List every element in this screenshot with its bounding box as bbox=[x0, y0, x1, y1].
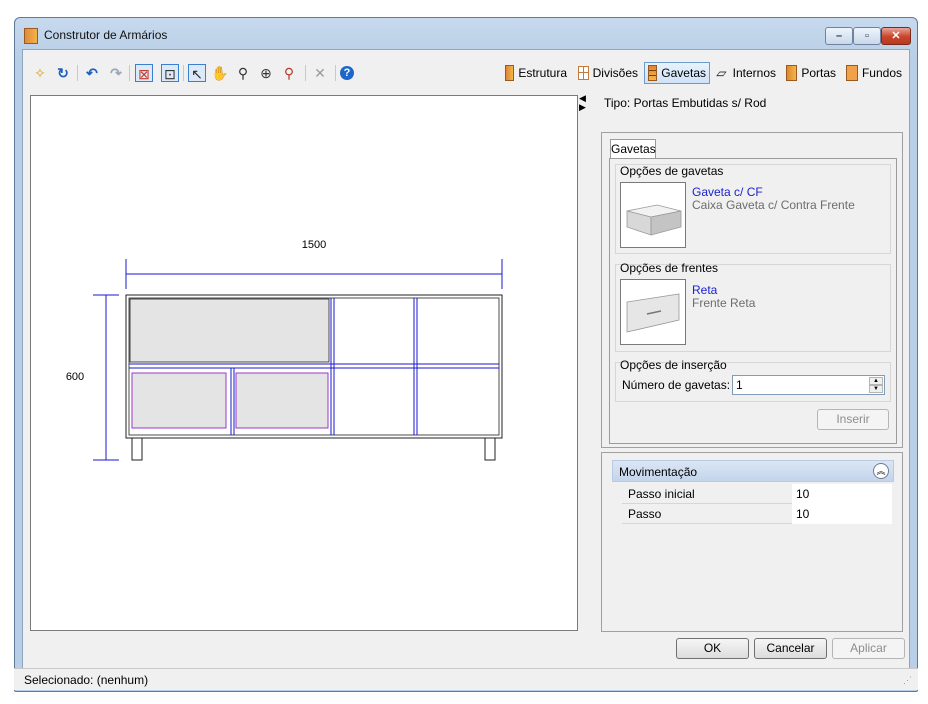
drawer-front-left bbox=[131, 372, 227, 429]
tab-gavetas-label: Gavetas bbox=[661, 66, 706, 80]
zoom-extents-icon[interactable]: ⊕ bbox=[257, 64, 275, 82]
undo-icon[interactable]: ↶ bbox=[83, 64, 101, 82]
apply-button[interactable]: Aplicar bbox=[832, 638, 905, 659]
movement-row-label: Passo bbox=[628, 507, 662, 521]
toolbar-separator bbox=[129, 65, 130, 81]
window-title: Construtor de Armários bbox=[44, 28, 168, 42]
door-icon bbox=[786, 65, 798, 81]
movement-title: Movimentação bbox=[619, 465, 698, 479]
tab-divisoes[interactable]: Divisões bbox=[575, 62, 641, 84]
cabinet-structure-icon bbox=[505, 65, 515, 81]
front-option-name[interactable]: Reta bbox=[692, 283, 717, 297]
back-panel-icon bbox=[846, 65, 858, 81]
insert-options-heading: Opções de inserção bbox=[620, 358, 727, 372]
insert-button[interactable]: Inserir bbox=[817, 409, 889, 430]
cabinet-foot-right bbox=[484, 437, 496, 461]
drawer-count-label: Número de gavetas: bbox=[622, 378, 731, 392]
tab-fundos-label: Fundos bbox=[861, 66, 902, 80]
zoom-in-icon[interactable]: ⚲ bbox=[234, 64, 252, 82]
redo-icon[interactable]: ↷ bbox=[107, 64, 125, 82]
drawer-thumbnail[interactable] bbox=[620, 182, 686, 248]
movement-row-label: Passo inicial bbox=[628, 487, 695, 501]
movement-header[interactable]: Movimentação ︽ bbox=[612, 460, 894, 482]
internos-icon: ▱ bbox=[716, 66, 726, 80]
view-mode-icon[interactable]: ⊠ bbox=[135, 64, 153, 82]
height-dimension-label: 600 bbox=[66, 371, 84, 383]
drawing-canvas[interactable]: 1500 600 bbox=[30, 95, 578, 631]
toolbar-separator bbox=[305, 65, 306, 81]
refresh-icon[interactable]: ↻ bbox=[54, 64, 72, 82]
table-row: Passo 10 bbox=[622, 504, 892, 524]
drawer-option-desc: Caixa Gaveta c/ Contra Frente bbox=[692, 198, 855, 212]
resize-grip-icon[interactable]: ⋰ bbox=[903, 675, 912, 686]
stepper-down-icon[interactable]: ▼ bbox=[869, 385, 883, 393]
app-cabinet-icon bbox=[24, 28, 38, 44]
select-pointer-icon[interactable]: ↖ bbox=[188, 64, 206, 82]
collapse-panel-arrow-icon[interactable]: ◀ ▶ bbox=[579, 94, 586, 112]
tab-gavetas[interactable]: Gavetas bbox=[644, 62, 710, 84]
drawer-option-name[interactable]: Gaveta c/ CF bbox=[692, 185, 763, 199]
toolbar-separator bbox=[335, 65, 336, 81]
cabinet-drawing: 1500 600 bbox=[66, 239, 503, 461]
help-icon[interactable]: ? bbox=[340, 66, 354, 80]
tab-estrutura[interactable]: Estrutura bbox=[502, 62, 570, 84]
drawer-front-right bbox=[235, 372, 329, 429]
height-dimension bbox=[93, 294, 119, 461]
drawer-count-value: 1 bbox=[736, 378, 743, 392]
movement-grid: Passo inicial 10 Passo 10 bbox=[622, 484, 892, 524]
movement-row-value[interactable]: 10 bbox=[792, 504, 892, 524]
stepper-up-icon[interactable]: ▲ bbox=[869, 377, 883, 385]
toolbar-separator bbox=[77, 65, 78, 81]
width-dimension bbox=[125, 259, 503, 289]
close-button[interactable]: ✕ bbox=[881, 27, 911, 45]
tipo-label: Tipo: Portas Embutidas s/ Rod bbox=[604, 96, 767, 110]
tab-portas-label: Portas bbox=[801, 66, 836, 80]
cancel-button[interactable]: Cancelar bbox=[754, 638, 827, 659]
status-bar: Selecionado: (nenhum) ⋰ bbox=[14, 668, 918, 690]
movement-row-value[interactable]: 10 bbox=[792, 484, 892, 504]
zoom-window-icon[interactable]: ⚲ bbox=[280, 64, 298, 82]
tab-portas[interactable]: Portas bbox=[783, 62, 839, 84]
front-option-desc: Frente Reta bbox=[692, 296, 756, 310]
tab-internos[interactable]: ▱ Internos bbox=[713, 62, 779, 84]
tab-fundos[interactable]: Fundos bbox=[843, 62, 905, 84]
drawer-options-heading: Opções de gavetas bbox=[620, 164, 724, 178]
minimize-icon: – bbox=[835, 30, 843, 42]
new-icon[interactable]: ✧ bbox=[31, 64, 49, 82]
ok-button[interactable]: OK bbox=[676, 638, 749, 659]
front-panel-icon bbox=[626, 293, 680, 333]
cabinet-foot-left bbox=[131, 437, 143, 461]
width-dimension-label: 1500 bbox=[302, 239, 326, 251]
front-options-heading: Opções de frentes bbox=[620, 261, 719, 275]
table-row: Passo inicial 10 bbox=[622, 484, 892, 504]
drawer-count-stepper[interactable]: 1 ▲ ▼ bbox=[732, 375, 885, 395]
maximize-button[interactable]: ▫ bbox=[853, 27, 881, 45]
maximize-icon: ▫ bbox=[865, 30, 869, 42]
close-icon: ✕ bbox=[891, 30, 901, 42]
view-mode-2-icon[interactable]: ⊡ bbox=[161, 64, 179, 82]
niche-top-left bbox=[129, 298, 330, 363]
toolbar-separator bbox=[183, 65, 184, 81]
status-text: Selecionado: (nenhum) bbox=[24, 673, 149, 687]
drawer-box-icon bbox=[626, 204, 682, 236]
minimize-button[interactable]: – bbox=[825, 27, 853, 45]
tab-gavetas-panel[interactable]: Gavetas bbox=[610, 139, 656, 159]
tab-divisoes-label: Divisões bbox=[592, 66, 638, 80]
tab-estrutura-label: Estrutura bbox=[518, 66, 567, 80]
collapse-chevron-icon[interactable]: ︽ bbox=[873, 463, 889, 479]
front-thumbnail[interactable] bbox=[620, 279, 686, 345]
drawer-icon bbox=[648, 65, 658, 81]
tab-internos-label: Internos bbox=[732, 66, 776, 80]
delete-icon[interactable]: ✕ bbox=[311, 64, 329, 82]
pan-hand-icon[interactable]: ✋ bbox=[211, 64, 229, 82]
grid-divisions-icon bbox=[578, 66, 589, 80]
